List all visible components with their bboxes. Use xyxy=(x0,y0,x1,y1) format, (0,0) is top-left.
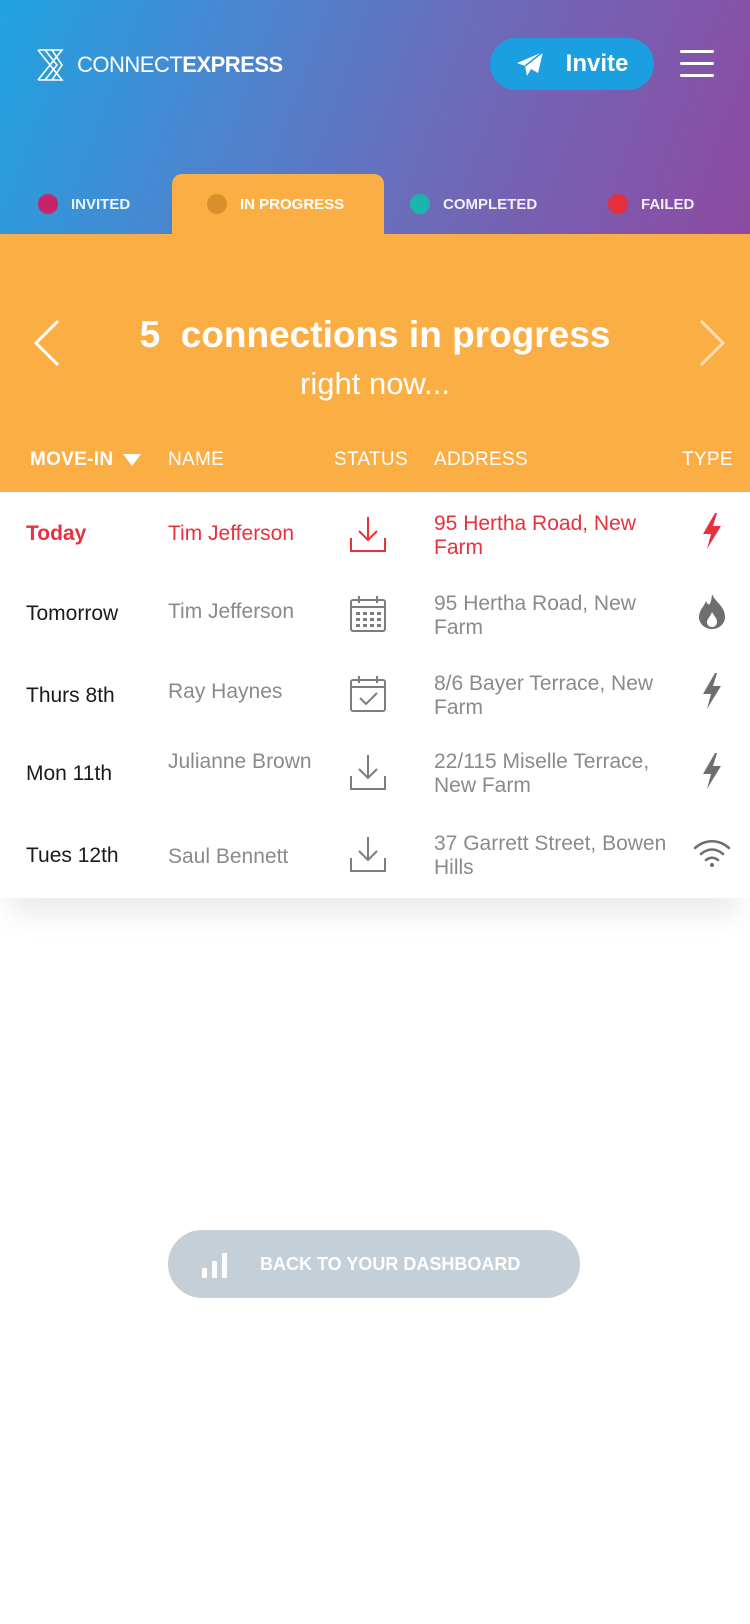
address: 8/6 Bayer Terrace, New Farm xyxy=(434,672,654,719)
column-move-in-sort[interactable]: MOVE-IN xyxy=(30,449,142,471)
tab-label: FAILED xyxy=(641,195,695,213)
column-move-in-label: MOVE-IN xyxy=(30,449,114,470)
summary-banner: 5 connections in progress right now... M… xyxy=(0,234,750,492)
customer-name: Julianne Brown xyxy=(168,750,312,773)
invite-label: Invite xyxy=(565,50,629,77)
calendar-icon xyxy=(350,596,386,632)
app-header: CONNECTEXPRESS Invite INVITED IN PROGRES… xyxy=(0,0,750,234)
customer-name: Tim Jefferson xyxy=(168,600,295,623)
chevron-right-icon[interactable] xyxy=(697,318,727,368)
download-icon xyxy=(350,517,386,552)
table-row[interactable]: Mon 11th Julianne Brown 22/115 Miselle T… xyxy=(0,732,750,812)
connections-table: Today Tim Jefferson 95 Hertha Road, New … xyxy=(0,492,750,898)
address: 37 Garrett Street, Bowen Hills xyxy=(434,832,667,879)
move-in-date: Tues 12th xyxy=(26,844,119,867)
customer-name: Ray Haynes xyxy=(168,680,283,703)
connections-count-title: 5 connections in progress xyxy=(0,314,750,356)
bar-chart-icon xyxy=(202,1253,227,1278)
move-in-date: Tomorrow xyxy=(26,602,119,625)
connections-count: 5 xyxy=(139,314,161,355)
tab-in-progress[interactable]: IN PROGRESS xyxy=(172,174,384,234)
electricity-icon xyxy=(703,513,721,549)
back-to-dashboard-button[interactable]: BACK TO YOUR DASHBOARD xyxy=(168,1230,580,1298)
column-type: TYPE xyxy=(682,449,733,470)
brand-name: CONNECTEXPRESS xyxy=(77,52,283,77)
move-in-date: Today xyxy=(26,522,87,545)
completed-dot-icon xyxy=(410,194,430,214)
invite-button[interactable]: Invite xyxy=(490,38,654,90)
connect-express-logo-icon xyxy=(37,49,64,81)
address: 95 Hertha Road, New Farm xyxy=(434,512,636,559)
wifi-icon xyxy=(693,840,731,867)
customer-name: Tim Jefferson xyxy=(168,522,295,545)
hamburger-menu-icon[interactable] xyxy=(680,50,714,78)
electricity-icon xyxy=(703,673,721,709)
table-row[interactable]: Today Tim Jefferson 95 Hertha Road, New … xyxy=(0,492,750,572)
dashboard-button-label: BACK TO YOUR DASHBOARD xyxy=(260,1253,521,1274)
paper-plane-icon xyxy=(516,51,544,76)
invited-dot-icon xyxy=(38,194,58,214)
address: 22/115 Miselle Terrace, New Farm xyxy=(434,750,650,797)
address: 95 Hertha Road, New Farm xyxy=(434,592,636,639)
move-in-date: Mon 11th xyxy=(26,762,112,785)
brand-logo[interactable]: CONNECTEXPRESS xyxy=(36,48,283,82)
table-row[interactable]: Thurs 8th Ray Haynes 8/6 Bayer Terrace, … xyxy=(0,652,750,732)
table-row[interactable]: Tues 12th Saul Bennett 37 Garrett Street… xyxy=(0,812,750,892)
tab-completed[interactable]: COMPLETED xyxy=(410,174,537,234)
tab-label: COMPLETED xyxy=(443,195,538,213)
tab-failed[interactable]: FAILED xyxy=(608,174,694,234)
electricity-icon xyxy=(703,753,721,789)
tab-label: IN PROGRESS xyxy=(240,195,345,213)
download-icon xyxy=(350,755,386,790)
status-tabs: INVITED IN PROGRESS COMPLETED FAILED xyxy=(0,174,750,234)
customer-name: Saul Bennett xyxy=(168,845,289,868)
column-status: STATUS xyxy=(334,449,408,470)
connections-label: connections in progress xyxy=(180,314,611,355)
move-in-date: Thurs 8th xyxy=(26,684,115,707)
table-row[interactable]: Tomorrow Tim Jefferson 95 Hertha Road, N… xyxy=(0,572,750,652)
failed-dot-icon xyxy=(608,194,628,214)
caret-down-icon xyxy=(123,454,142,466)
tab-label: INVITED xyxy=(71,195,131,213)
tab-invited[interactable]: INVITED xyxy=(38,174,130,234)
in-progress-dot-icon xyxy=(207,194,227,214)
column-address: ADDRESS xyxy=(434,449,528,470)
download-icon xyxy=(350,837,386,872)
column-name: NAME xyxy=(168,449,225,470)
calendar-check-icon xyxy=(350,676,386,712)
gas-flame-icon xyxy=(699,594,725,629)
banner-subtitle: right now... xyxy=(300,366,450,401)
